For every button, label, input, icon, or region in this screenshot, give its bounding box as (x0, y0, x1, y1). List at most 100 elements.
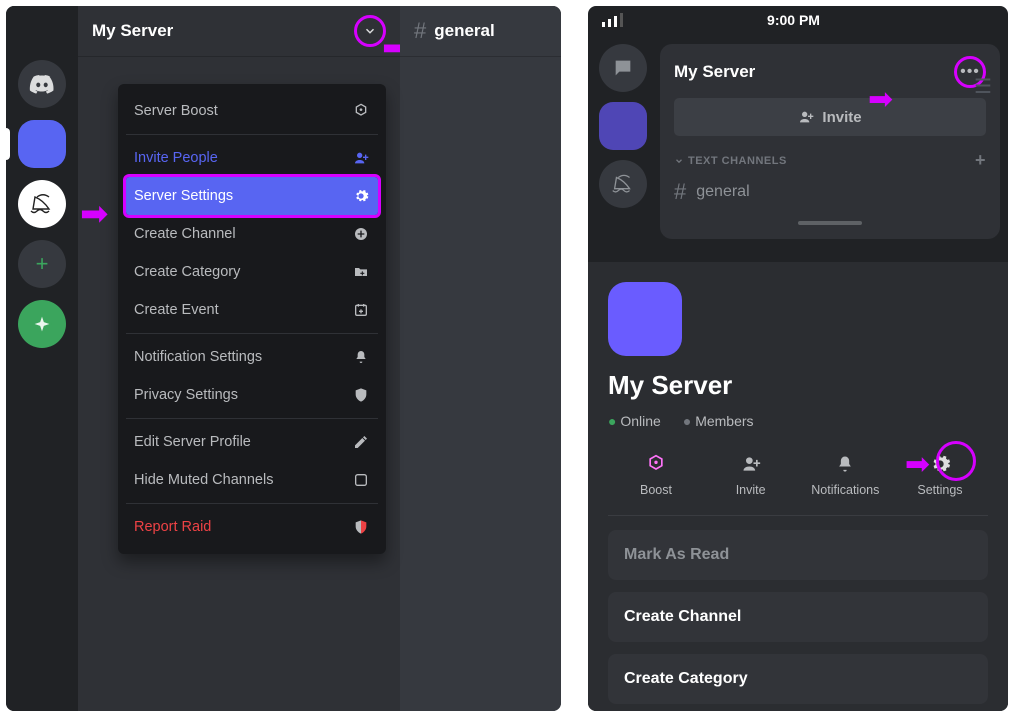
status-time: 9:00 PM (767, 12, 820, 28)
server-name-label: My Server (674, 62, 755, 82)
add-person-icon (798, 109, 814, 125)
menu-label: Create Category (134, 264, 240, 280)
label: Settings (917, 483, 962, 497)
shield-alert-icon (352, 518, 370, 536)
channel-name: general (434, 21, 494, 41)
text-channels-section[interactable]: TEXT CHANNELS + (660, 136, 1000, 171)
menu-report-raid[interactable]: Report Raid (126, 508, 378, 546)
add-person-icon (352, 149, 370, 167)
chat-area: # general (400, 6, 561, 711)
row-create-category[interactable]: Create Category (608, 654, 988, 704)
sheet-invite[interactable]: Invite (711, 451, 791, 497)
menu-create-category[interactable]: Create Category (126, 253, 378, 291)
menu-server-settings[interactable]: Server Settings (126, 177, 378, 215)
mobile-channel-panel: My Server ••• Invite TEXT CHANNELS + # g… (660, 44, 1000, 239)
hash-icon: # (414, 18, 426, 44)
add-person-icon (741, 451, 761, 477)
label: Notifications (811, 483, 879, 497)
checkbox-icon (352, 471, 370, 489)
sheet-quick-actions: Boost Invite Notifications Settings ➡ (608, 451, 988, 516)
row-create-channel[interactable]: Create Channel (608, 592, 988, 642)
server-action-sheet: My Server ● Online ● Members Boost Invit… (588, 262, 1008, 711)
label: Create Category (624, 670, 748, 687)
server-dropdown-menu: Server Boost Invite People Server Settin… (118, 84, 386, 554)
bell-icon (835, 451, 855, 477)
annotation-arrow-icon: ➡ (868, 82, 893, 117)
menu-server-boost[interactable]: Server Boost (126, 92, 378, 130)
mobile-guild-sidebar (588, 34, 658, 262)
chevron-down-icon (363, 24, 377, 38)
member-list-icon[interactable]: ☰ (974, 74, 1002, 99)
menu-hide-muted[interactable]: Hide Muted Channels (126, 461, 378, 499)
guild-sidebar: + (6, 46, 78, 711)
label: Boost (640, 483, 672, 497)
server-icon-selected[interactable] (599, 102, 647, 150)
bell-icon (352, 348, 370, 366)
menu-create-channel[interactable]: Create Channel (126, 215, 378, 253)
menu-label: Create Channel (134, 226, 236, 242)
calendar-plus-icon (352, 301, 370, 319)
sheet-handle[interactable] (798, 221, 862, 225)
plus-circle-icon (352, 225, 370, 243)
annotation-circle (936, 441, 976, 481)
menu-create-event[interactable]: Create Event (126, 291, 378, 329)
menu-invite-people[interactable]: Invite People (126, 139, 378, 177)
label: Invite (736, 483, 766, 497)
mobile-top-region: My Server ••• Invite TEXT CHANNELS + # g… (588, 34, 1008, 262)
home-button[interactable] (18, 60, 66, 108)
shield-icon (352, 386, 370, 404)
server-stats: ● Online ● Members (608, 413, 988, 429)
menu-label: Server Settings (134, 188, 233, 204)
menu-label: Invite People (134, 150, 218, 166)
desktop-window: + My Server ➡ # general Server Boost (6, 6, 561, 711)
add-channel-icon[interactable]: + (975, 150, 986, 171)
sheet-server-name: My Server (608, 370, 988, 401)
signal-icon (602, 13, 623, 27)
messages-button[interactable] (599, 44, 647, 92)
server-header[interactable]: My Server (78, 6, 400, 56)
row-mark-as-read[interactable]: Mark As Read (608, 530, 988, 580)
channel-name: general (696, 183, 749, 201)
label: Mark As Read (624, 546, 729, 563)
sheet-notifications[interactable]: Notifications (805, 451, 885, 497)
mobile-server-header[interactable]: My Server ••• (660, 44, 1000, 98)
menu-label: Privacy Settings (134, 387, 238, 403)
server-icon-selected[interactable] (18, 120, 66, 168)
menu-separator (126, 503, 378, 504)
server-icon-boat[interactable] (18, 180, 66, 228)
section-label: TEXT CHANNELS (688, 155, 787, 167)
menu-label: Create Event (134, 302, 219, 318)
boost-icon (646, 451, 666, 477)
channel-header: # general (400, 6, 561, 56)
menu-edit-server-profile[interactable]: Edit Server Profile (126, 423, 378, 461)
explore-servers-button[interactable] (18, 300, 66, 348)
menu-separator (126, 333, 378, 334)
menu-label: Hide Muted Channels (134, 472, 273, 488)
annotation-arrow-icon: ➡ (905, 447, 930, 482)
gear-icon (352, 187, 370, 205)
hash-icon: # (674, 179, 686, 205)
members-stat: ● Members (683, 413, 754, 429)
annotation-arrow-icon: ➡ (80, 194, 109, 234)
menu-label: Server Boost (134, 103, 218, 119)
invite-label: Invite (822, 109, 861, 126)
server-icon-boat[interactable] (599, 160, 647, 208)
menu-label: Notification Settings (134, 349, 262, 365)
menu-notification-settings[interactable]: Notification Settings (126, 338, 378, 376)
menu-label: Report Raid (134, 519, 211, 535)
invite-button[interactable]: Invite (674, 98, 986, 136)
pencil-icon (352, 433, 370, 451)
menu-separator (126, 134, 378, 135)
online-stat: ● Online (608, 413, 661, 429)
menu-separator (126, 418, 378, 419)
boost-icon (352, 102, 370, 120)
menu-label: Edit Server Profile (134, 434, 251, 450)
mobile-window: 9:00 PM My Server ••• Invite (588, 6, 1008, 711)
chevron-down-icon (674, 156, 684, 166)
server-avatar (608, 282, 682, 356)
label: Create Channel (624, 608, 741, 625)
menu-privacy-settings[interactable]: Privacy Settings (126, 376, 378, 414)
channel-general[interactable]: # general (660, 171, 1000, 205)
sheet-boost[interactable]: Boost (616, 451, 696, 497)
add-server-button[interactable]: + (18, 240, 66, 288)
